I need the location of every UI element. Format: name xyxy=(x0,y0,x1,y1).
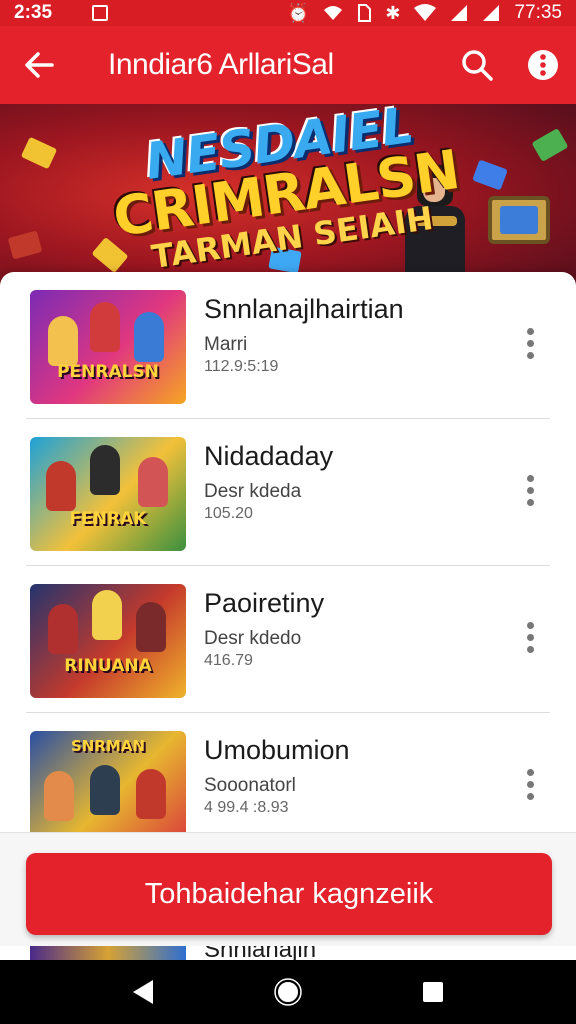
wifi-icon xyxy=(324,6,343,20)
overflow-menu-icon[interactable] xyxy=(518,318,542,368)
list-item-peek: Snnlanajlh xyxy=(0,946,576,960)
thumb-figure xyxy=(90,302,120,352)
item-meta: 4 99.4 :8.93 xyxy=(204,799,289,816)
thumb-figure xyxy=(134,312,164,362)
thumb-title: SNRMAN xyxy=(71,737,145,755)
item-title: Paoiretiny xyxy=(204,588,325,618)
item-subtitle: Desr kdedo xyxy=(204,628,302,649)
overflow-menu-icon[interactable] xyxy=(518,465,542,515)
list-item[interactable]: PENRALSN Snnlanajlhairtian Marri 112.9:5… xyxy=(26,272,550,419)
thumb-figure xyxy=(46,461,76,511)
item-meta: 416.79 xyxy=(204,652,253,669)
thumb-title: FENRAK xyxy=(69,509,147,529)
item-title: Snnlanajlhairtian xyxy=(204,294,404,324)
status-time: 2:35 xyxy=(14,2,53,23)
item-meta: 105.20 xyxy=(204,505,253,522)
app-bar: Inndiar6 ArllariSal xyxy=(0,26,576,104)
search-icon xyxy=(462,50,493,81)
system-nav-bar xyxy=(0,960,576,1024)
thumb-figure xyxy=(136,602,166,652)
sim-icon xyxy=(358,4,372,22)
alarm-icon: ⏰ xyxy=(286,3,310,23)
list-item[interactable]: RINUANA Paoiretiny Desr kdedo 416.79 xyxy=(26,566,550,713)
status-icons: ⏰ ✱ 77:35 xyxy=(287,2,562,24)
item-title: Umobumion xyxy=(204,735,350,765)
screen: 2:35 ⏰ ✱ 77:35 Inndiar6 ArllariSal NESDA… xyxy=(0,0,576,1024)
thumb-figure xyxy=(136,769,166,819)
peek-title: Snnlanajlh xyxy=(204,946,317,960)
thumb-figure xyxy=(48,604,78,654)
item-subtitle: Desr kdeda xyxy=(204,481,302,502)
item-subtitle: Marri xyxy=(204,334,248,355)
item-thumbnail[interactable]: RINUANA xyxy=(30,584,186,698)
thumb-title: RINUANA xyxy=(64,656,152,676)
circle-home-icon xyxy=(274,978,302,1006)
item-subtitle: Sooonatorl xyxy=(204,775,296,796)
decor-cube xyxy=(20,136,58,170)
thumb-figure xyxy=(90,445,120,495)
more-button[interactable] xyxy=(510,26,576,104)
status-right-time: 77:35 xyxy=(514,2,562,23)
wifi-strength-icon xyxy=(414,4,437,21)
app-title: Inndiar6 ArllariSal xyxy=(108,48,334,81)
item-thumbnail[interactable]: PENRALSN xyxy=(30,290,186,404)
search-button[interactable] xyxy=(444,26,510,104)
thumb-figure xyxy=(48,316,78,366)
thumb-figure xyxy=(138,457,168,507)
hero-gadget xyxy=(488,196,550,244)
back-button[interactable] xyxy=(0,26,78,104)
decor-cube xyxy=(7,230,43,260)
notification-icon xyxy=(92,5,109,21)
nav-recents-button[interactable] xyxy=(403,962,463,1022)
list-item[interactable]: FENRAK Nidadaday Desr kdeda 105.20 xyxy=(26,419,550,566)
signal-icon xyxy=(451,5,468,21)
thumb-figure xyxy=(44,771,74,821)
square-recents-icon xyxy=(423,982,444,1002)
item-title: Nidadaday xyxy=(204,441,334,471)
bottom-action-panel: Tohbaidehar kagnzeiik xyxy=(0,832,576,946)
overflow-menu-icon[interactable] xyxy=(518,759,542,809)
arrow-back-icon xyxy=(25,52,54,78)
nav-back-button[interactable] xyxy=(113,962,173,1022)
triangle-back-icon xyxy=(132,980,153,1004)
item-thumbnail[interactable]: FENRAK xyxy=(30,437,186,551)
decor-cube xyxy=(531,127,569,163)
thumb-figure xyxy=(92,590,122,640)
decor-cube xyxy=(472,159,508,191)
item-thumbnail[interactable]: SNRMAN xyxy=(30,731,186,845)
status-bar: 2:35 ⏰ ✱ 77:35 xyxy=(0,0,576,26)
bluetooth-icon: ✱ xyxy=(385,3,401,23)
primary-cta-button[interactable]: Tohbaidehar kagnzeiik xyxy=(26,853,552,935)
signal-icon-2 xyxy=(483,5,500,21)
thumb-figure xyxy=(90,765,120,815)
game-list: PENRALSN Snnlanajlhairtian Marri 112.9:5… xyxy=(0,272,576,860)
nav-home-button[interactable] xyxy=(258,962,318,1022)
thumb-title: PENRALSN xyxy=(57,362,159,382)
overflow-menu-icon[interactable] xyxy=(518,612,542,662)
item-meta: 112.9:5:19 xyxy=(204,358,279,375)
peek-thumbnail xyxy=(30,946,186,960)
info-more-icon xyxy=(528,50,558,80)
